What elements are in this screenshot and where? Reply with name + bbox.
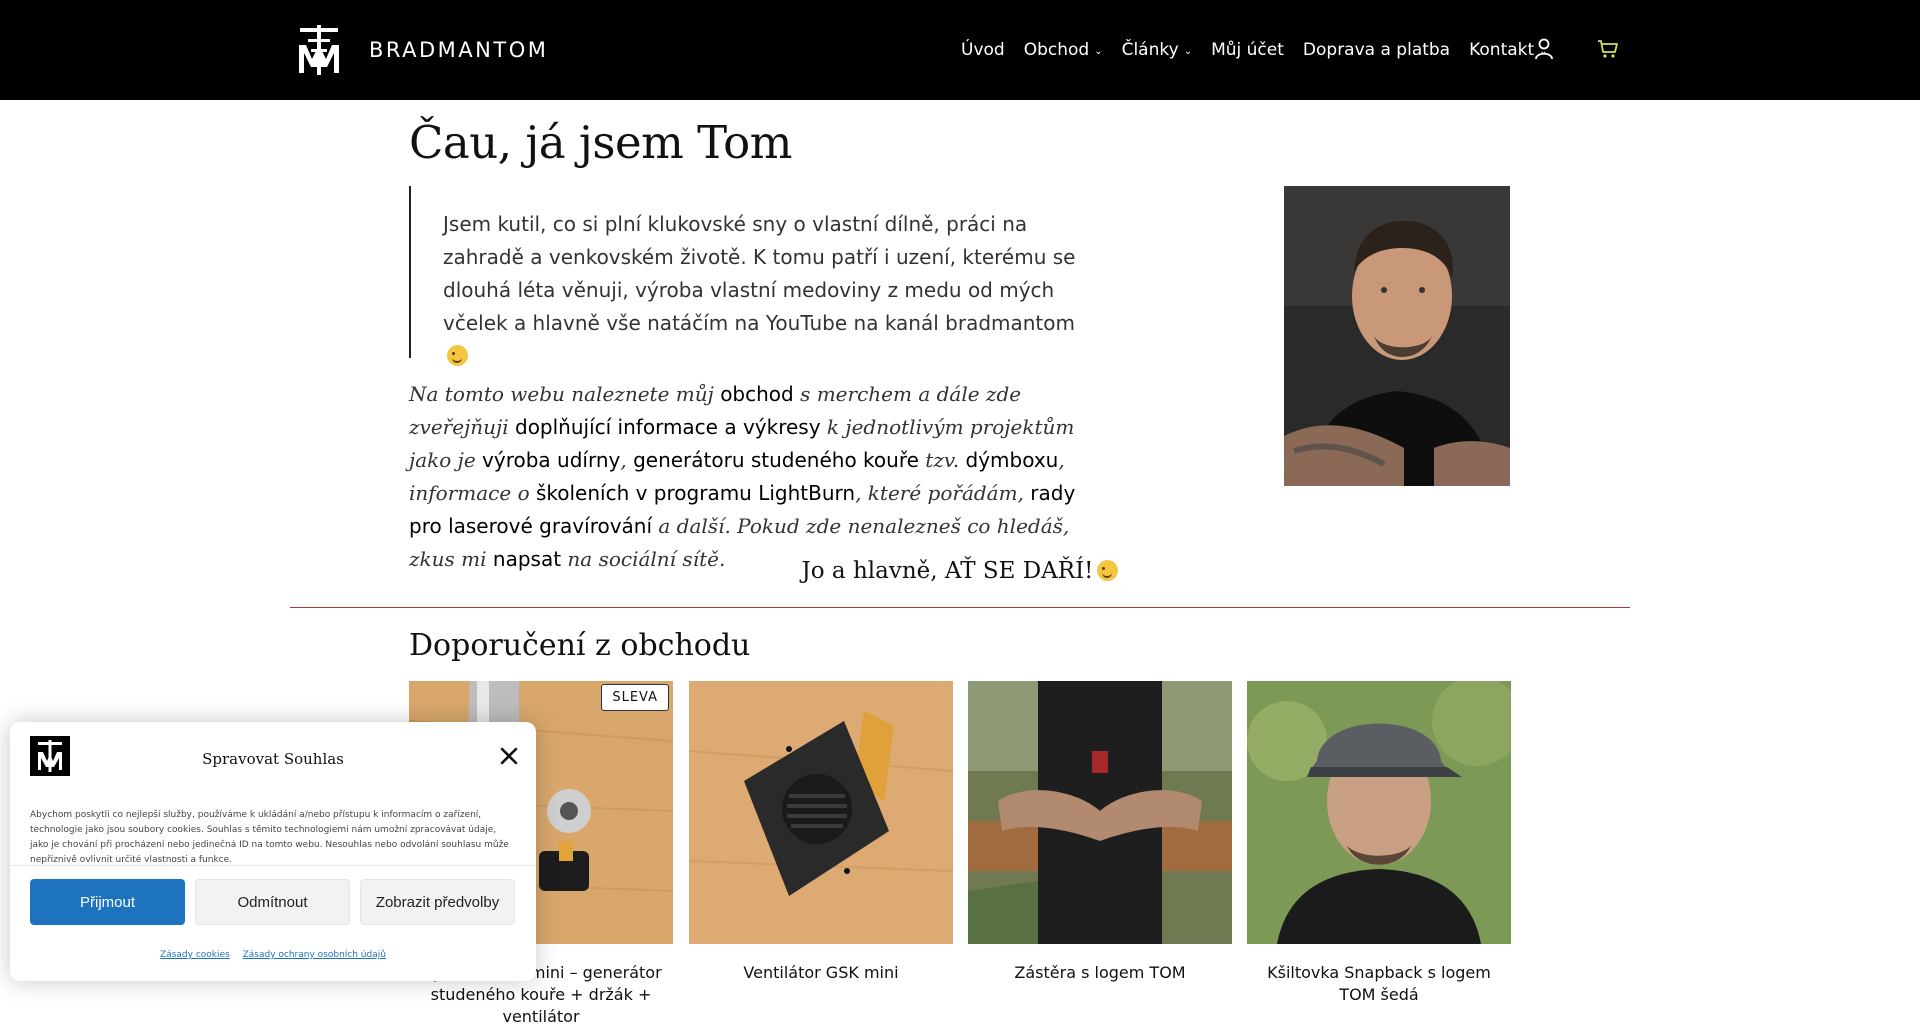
intro-text: Na tomto webu naleznete můj — [409, 382, 721, 406]
portrait-photo — [1284, 186, 1510, 486]
product-name[interactable]: Ventilátor GSK mini — [689, 962, 953, 984]
intro-text: , které pořádám, — [855, 481, 1031, 505]
product-name[interactable]: Zástěra s logem TOM — [968, 962, 1232, 984]
nav-uvod[interactable]: Úvod — [961, 40, 1005, 60]
intro-text: tzv. — [918, 448, 966, 472]
preferences-button[interactable]: Zobrazit předvolby — [360, 879, 515, 925]
product-name[interactable]: Kšiltovka Snapback s logem TOM šedá — [1247, 962, 1511, 1006]
quote-text: Jsem kutil, co si plní klukovské sny o v… — [443, 208, 1093, 373]
nav-label: Doprava a platba — [1302, 40, 1451, 60]
winking-face-icon — [1097, 560, 1119, 581]
divider — [10, 865, 536, 866]
link-generator-koure[interactable]: generátoru studeného kouře — [633, 448, 919, 472]
product-image[interactable] — [968, 681, 1232, 944]
user-icon[interactable] — [1534, 38, 1554, 60]
cart-icon[interactable] — [1597, 39, 1619, 59]
nav-doprava[interactable]: Doprava a platba — [1303, 40, 1450, 60]
nav-label: Můj účet — [1211, 40, 1284, 60]
product-card[interactable]: Zástěra s logem TOM — [968, 681, 1232, 984]
section-title: Doporučení z obchodu — [409, 628, 751, 663]
nav-label: Články — [1121, 40, 1179, 60]
tom-logo[interactable] — [296, 25, 342, 75]
nav-label: Obchod — [1023, 40, 1090, 60]
link-skoleni-lightburn[interactable]: školeních v programu LightBurn — [536, 481, 855, 505]
accept-button[interactable]: Přijmout — [30, 879, 185, 925]
link-vyroba-udirny[interactable]: výroba udírny — [482, 448, 620, 472]
nav-label: Úvod — [961, 40, 1005, 60]
intro-text: , — [620, 448, 634, 472]
brand-name[interactable]: BRADMANTOM — [369, 38, 548, 62]
cookie-policy-link[interactable]: Zásady cookies — [160, 950, 230, 960]
product-card[interactable]: Ventilátor GSK mini — [689, 681, 953, 984]
slogan-text: Jo a hlavně, AŤ SE DAŘÍ! — [801, 558, 1094, 584]
page-title: Čau, já jsem Tom — [409, 116, 792, 169]
divider — [290, 607, 1630, 608]
link-dymbox[interactable]: dýmboxu — [966, 448, 1059, 472]
site-header: BRADMANTOM Úvod Obchod ⌄ Články ⌄ Můj účet… — [0, 0, 1920, 100]
nav-label: Kontakt — [1469, 40, 1535, 60]
dialog-title: Spravovat Souhlas — [202, 750, 344, 768]
intro-paragraph: Na tomto webu naleznete můj obchod s mer… — [409, 378, 1109, 576]
chevron-down-icon: ⌄ — [1094, 45, 1103, 57]
quote-body: Jsem kutil, co si plní klukovské sny o v… — [443, 212, 1076, 335]
cookie-consent-dialog: Spravovat Souhlas Abychom poskytli co ne… — [10, 722, 536, 981]
dialog-text: Abychom poskytli co nejlepší služby, pou… — [30, 810, 509, 865]
link-doplnujici-informace[interactable]: doplňující informace a výkresy — [515, 415, 821, 439]
deny-button[interactable]: Odmítnout — [195, 879, 350, 925]
nav-obchod[interactable]: Obchod ⌄ — [1024, 40, 1103, 60]
nav-clanky[interactable]: Články ⌄ — [1122, 40, 1192, 60]
policy-links: Zásady cookies Zásady ochrany osobních ú… — [10, 950, 536, 960]
sale-badge: SLEVA — [601, 684, 669, 711]
main-nav: Úvod Obchod ⌄ Články ⌄ Můj účet Doprava a … — [961, 40, 1567, 60]
product-image[interactable] — [1247, 681, 1511, 944]
slogan: Jo a hlavně, AŤ SE DAŘÍ! — [409, 558, 1511, 584]
close-icon[interactable] — [497, 744, 521, 768]
product-image[interactable] — [689, 681, 953, 944]
intro-quote: Jsem kutil, co si plní klukovské sny o v… — [409, 186, 1091, 366]
chevron-down-icon: ⌄ — [1183, 45, 1193, 57]
winking-face-icon — [447, 345, 468, 366]
product-card[interactable]: Kšiltovka Snapback s logem TOM šedá — [1247, 681, 1511, 1006]
link-obchod[interactable]: obchod — [720, 382, 794, 406]
nav-muj-ucet[interactable]: Můj účet — [1211, 40, 1284, 60]
privacy-policy-link[interactable]: Zásady ochrany osobních údajů — [243, 950, 386, 960]
